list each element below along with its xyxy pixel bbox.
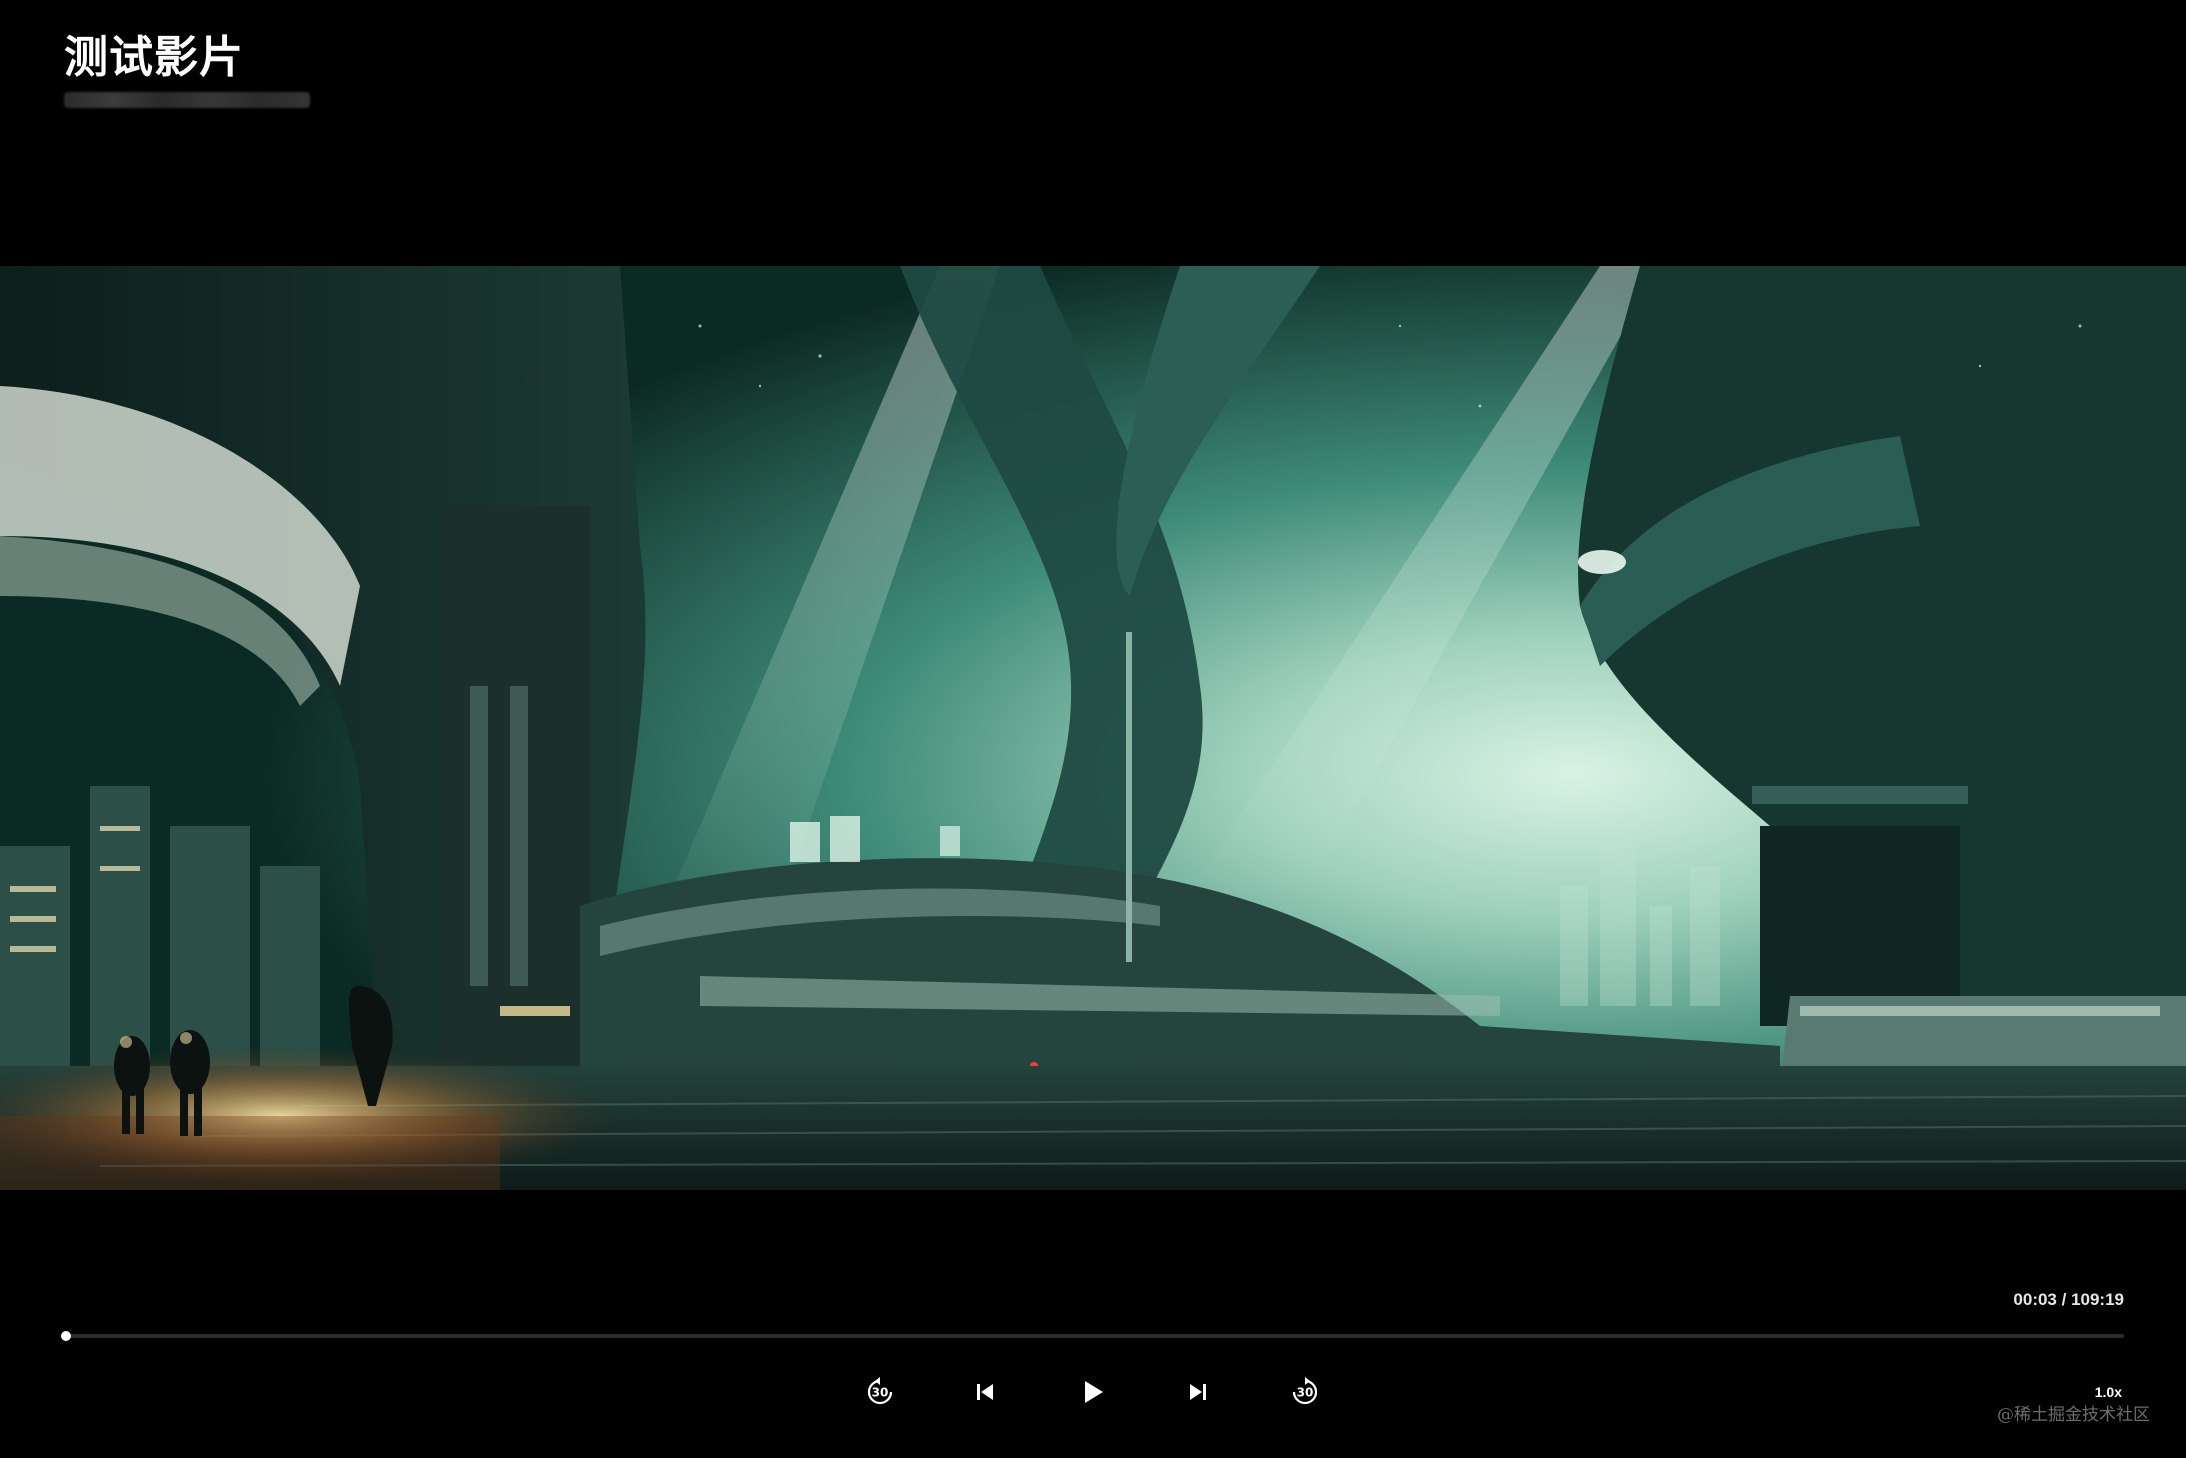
video-scene	[0, 266, 2186, 1190]
time-separator: /	[2056, 1290, 2072, 1309]
skip-next-icon	[1190, 1384, 1206, 1400]
progress-thumb[interactable]	[61, 1331, 72, 1341]
playback-speed-button[interactable]: 1.0x	[2095, 1384, 2122, 1400]
previous-button[interactable]	[963, 1370, 1007, 1414]
top-bar: 测试影片	[64, 30, 664, 108]
duration: 109:19	[2071, 1290, 2124, 1309]
forward-30-button[interactable]: 30	[1283, 1370, 1327, 1414]
forward-30-icon: 30	[1292, 1377, 1318, 1405]
play-icon	[1085, 1381, 1103, 1403]
rewind-30-icon: 30	[867, 1377, 893, 1405]
play-button[interactable]	[1071, 1370, 1115, 1414]
time-readout: 00:03 / 109:19	[2013, 1290, 2124, 1310]
forward-seconds-label: 30	[1297, 1386, 1314, 1400]
rewind-30-button[interactable]: 30	[858, 1370, 902, 1414]
playback-controls: 30 30	[0, 1370, 2186, 1414]
rewind-seconds-label: 30	[872, 1386, 889, 1400]
video-player[interactable]: 测试影片 00:03 / 109:19 30 30 1.0x @稀土掘金技术社区	[0, 0, 2186, 1458]
next-button[interactable]	[1176, 1370, 1220, 1414]
video-frame[interactable]	[0, 266, 2186, 1190]
progress-bar[interactable]	[61, 1331, 2124, 1341]
video-title: 测试影片	[64, 33, 244, 82]
watermark: @稀土掘金技术社区	[1997, 1405, 2150, 1425]
video-subtitle-blurred	[64, 92, 310, 108]
skip-previous-icon	[977, 1384, 993, 1400]
current-time: 00:03	[2013, 1290, 2057, 1309]
